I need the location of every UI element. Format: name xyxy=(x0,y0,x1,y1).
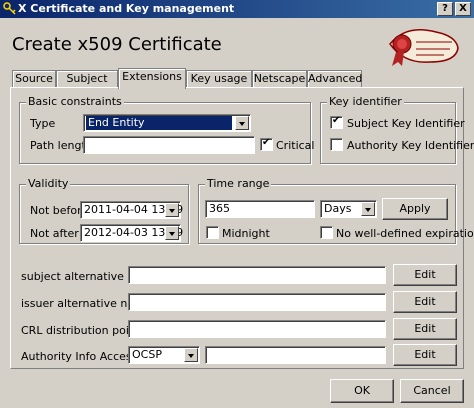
validity-title: Validity xyxy=(26,177,71,190)
time-range-title: Time range xyxy=(205,177,272,190)
tab-subject[interactable]: Subject xyxy=(56,70,118,88)
basic-constraints-title: Basic constraints xyxy=(26,95,124,108)
authority-info-access-edit-button[interactable]: Edit xyxy=(393,344,457,366)
chevron-down-icon[interactable] xyxy=(165,226,179,240)
window-title: X Certificate and Key management xyxy=(18,2,235,15)
time-range-amount-input[interactable]: 365 xyxy=(205,200,315,218)
type-label: Type xyxy=(30,117,56,130)
key-icon xyxy=(3,2,16,15)
tab-advanced[interactable]: Advanced xyxy=(307,70,362,88)
tab-key-usage[interactable]: Key usage xyxy=(186,70,252,88)
issuer-alt-name-input[interactable] xyxy=(128,293,386,311)
issuer-alt-name-edit-button[interactable]: Edit xyxy=(393,291,457,313)
basic-constraints-group: Basic constraints xyxy=(19,95,311,164)
not-after-label: Not after xyxy=(30,227,79,240)
subject-key-identifier-checkbox[interactable] xyxy=(330,115,343,129)
midnight-checkbox[interactable] xyxy=(206,226,219,239)
tab-extensions[interactable]: Extensions xyxy=(118,68,186,89)
subject-key-identifier-label: Subject Key Identifier xyxy=(347,117,465,130)
type-select[interactable]: End Entity xyxy=(83,114,251,132)
apply-button[interactable]: Apply xyxy=(382,198,448,220)
authority-info-access-method-value: OCSP xyxy=(132,348,162,361)
crl-distribution-point-input[interactable] xyxy=(128,320,386,338)
authority-key-identifier-checkbox[interactable] xyxy=(330,138,343,151)
chevron-down-icon[interactable] xyxy=(361,202,375,216)
authority-key-identifier-label: Authority Key Identifier xyxy=(347,139,474,152)
critical-label: Critical xyxy=(276,139,315,152)
dialog-heading: Create x509 Certificate xyxy=(12,34,222,55)
subject-alt-name-edit-button[interactable]: Edit xyxy=(393,264,457,286)
crl-distribution-point-label: CRL distribution point xyxy=(21,324,141,337)
midnight-label: Midnight xyxy=(222,227,270,240)
chevron-down-icon[interactable] xyxy=(184,348,198,362)
no-expiration-checkbox[interactable] xyxy=(320,226,333,239)
critical-checkbox[interactable] xyxy=(260,137,273,151)
chevron-down-icon[interactable] xyxy=(235,116,249,130)
ok-button[interactable]: OK xyxy=(330,379,394,403)
key-identifier-group: Key identifier xyxy=(320,95,456,164)
title-bar: X Certificate and Key management ? X xyxy=(0,0,474,18)
app-logo xyxy=(389,29,459,66)
time-range-unit-value: Days xyxy=(324,202,352,215)
authority-info-access-label: Authority Info Access xyxy=(21,350,138,363)
crl-distribution-point-edit-button[interactable]: Edit xyxy=(393,318,457,340)
no-expiration-label: No well-defined expiration xyxy=(336,227,474,240)
authority-info-access-method-select[interactable]: OCSP xyxy=(128,346,200,364)
key-identifier-title: Key identifier xyxy=(327,95,404,108)
tab-source[interactable]: Source xyxy=(12,70,56,88)
path-length-input[interactable] xyxy=(83,136,255,154)
type-value: End Entity xyxy=(86,116,232,130)
chevron-down-icon[interactable] xyxy=(165,203,179,217)
not-before-select[interactable]: 2011-04-04 13:09 xyxy=(80,201,183,219)
cancel-button[interactable]: Cancel xyxy=(400,379,464,403)
not-after-select[interactable]: 2012-04-03 13:09 xyxy=(80,224,183,242)
tab-netscape[interactable]: Netscape xyxy=(252,70,307,88)
authority-info-access-input[interactable] xyxy=(205,346,386,364)
help-button[interactable]: ? xyxy=(437,2,453,16)
time-range-unit-select[interactable]: Days xyxy=(320,200,377,218)
close-button[interactable]: X xyxy=(455,2,471,16)
subject-alt-name-input[interactable] xyxy=(128,266,386,284)
